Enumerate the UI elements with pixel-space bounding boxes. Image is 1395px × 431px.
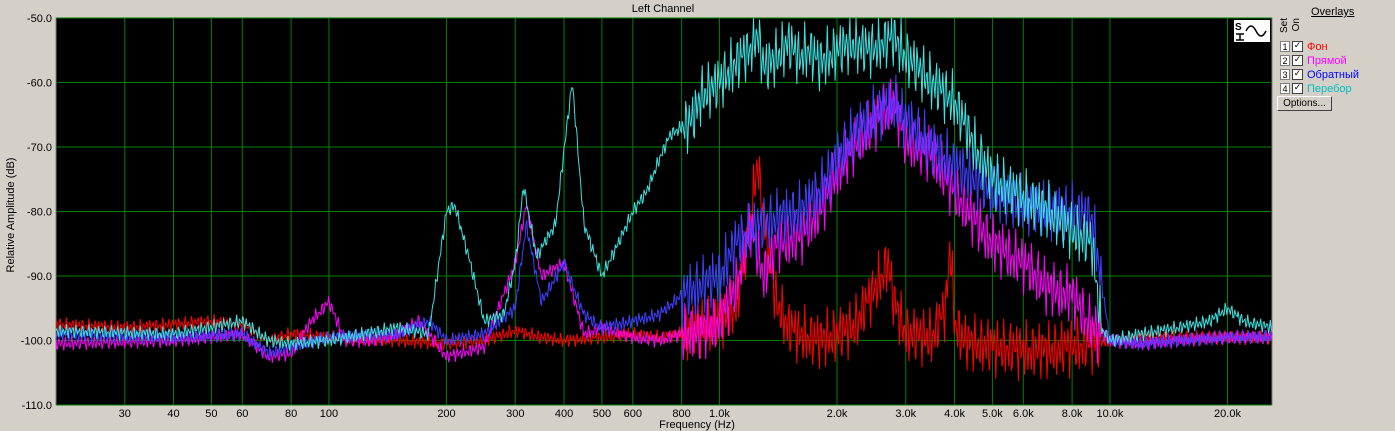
overlay-on-checkbox[interactable]: ✓ bbox=[1292, 69, 1303, 80]
overlay-set-button[interactable]: 1 bbox=[1280, 41, 1290, 52]
overlay-set-button[interactable]: 3 bbox=[1280, 69, 1290, 80]
x-tick-label: 2.0k bbox=[827, 408, 848, 420]
overlay-label: Прямой bbox=[1307, 54, 1347, 67]
on-column-header: On bbox=[1291, 18, 1302, 32]
x-tick-label: 60 bbox=[236, 408, 248, 420]
y-tick-label: -80.0 bbox=[27, 207, 52, 219]
overlay-row: 1 ✓ Фон bbox=[1280, 40, 1328, 53]
x-tick-label: 10.0k bbox=[1096, 408, 1123, 420]
svg-text:S: S bbox=[1235, 22, 1242, 33]
x-tick-label: 3.0k bbox=[895, 408, 916, 420]
set-column-header: Set bbox=[1279, 18, 1290, 34]
x-tick-label: 6.0k bbox=[1013, 408, 1034, 420]
overlay-on-checkbox[interactable]: ✓ bbox=[1292, 83, 1303, 94]
x-tick-label: 500 bbox=[593, 408, 611, 420]
chart-title: Left Channel bbox=[632, 3, 694, 15]
overlay-row: 4 ✓ Перебор bbox=[1280, 82, 1352, 95]
overlay-row: 3 ✓ Обратный bbox=[1280, 68, 1359, 81]
overlay-set-button[interactable]: 4 bbox=[1280, 83, 1290, 94]
overlay-label: Фон bbox=[1307, 40, 1328, 53]
x-tick-label: 80 bbox=[285, 408, 297, 420]
overlay-row: 2 ✓ Прямой bbox=[1280, 54, 1347, 67]
options-button[interactable]: Options... bbox=[1277, 96, 1332, 111]
overlay-on-checkbox[interactable]: ✓ bbox=[1292, 55, 1303, 66]
overlays-title[interactable]: Overlays bbox=[1311, 6, 1354, 18]
x-tick-label: 300 bbox=[506, 408, 524, 420]
y-tick-label: -50.0 bbox=[27, 13, 52, 25]
y-tick-label: -110.0 bbox=[22, 400, 52, 412]
x-tick-label: 40 bbox=[167, 408, 179, 420]
y-tick-label: -60.0 bbox=[27, 78, 52, 90]
overlay-set-button[interactable]: 2 bbox=[1280, 55, 1290, 66]
x-tick-label: 200 bbox=[437, 408, 455, 420]
y-tick-label: -70.0 bbox=[27, 142, 52, 154]
overlay-label: Обратный bbox=[1307, 68, 1360, 81]
sine-wave-icon[interactable]: S bbox=[1234, 20, 1270, 42]
x-tick-label: 600 bbox=[624, 408, 642, 420]
x-tick-label: 400 bbox=[555, 408, 573, 420]
overlays-panel: Overlays Set On 1 ✓ Фон 2 ✓ Прямой 3 ✓ Обратный 4… bbox=[1277, 4, 1393, 124]
y-tick-labels: -110.0 -100.0 -90.0 -80.0 -70.0 -60.0 -50.0 bbox=[21, 13, 52, 412]
x-axis-title: Frequency (Hz) bbox=[659, 419, 735, 431]
x-tick-label: 30 bbox=[119, 408, 131, 420]
x-tick-label: 20.0k bbox=[1214, 408, 1241, 420]
x-tick-label: 50 bbox=[205, 408, 217, 420]
overlay-on-checkbox[interactable]: ✓ bbox=[1292, 41, 1303, 52]
x-tick-label: 5.0k bbox=[982, 408, 1003, 420]
x-tick-label: 4.0k bbox=[944, 408, 965, 420]
y-axis-title: Relative Amplitude (dB) bbox=[5, 158, 17, 273]
overlay-label: Перебор bbox=[1307, 82, 1352, 95]
y-tick-label: -90.0 bbox=[27, 271, 52, 283]
x-tick-label: 100 bbox=[320, 408, 338, 420]
y-tick-label: -100.0 bbox=[21, 336, 52, 348]
spectrum-chart: Left Channel -110.0 -100.0 -90.0 -80.0 -70.0… bbox=[5, 3, 1273, 431]
x-tick-label: 8.0k bbox=[1062, 408, 1083, 420]
